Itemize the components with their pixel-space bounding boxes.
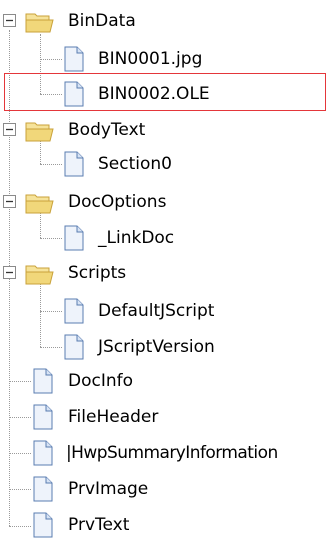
document-icon xyxy=(33,476,53,502)
document-icon xyxy=(33,440,53,466)
tree-item-label: DocOptions xyxy=(68,192,167,212)
tree-item-hwpsummaryinformation[interactable]: |HwpSummaryInformation xyxy=(0,439,328,467)
file-tree: BinData BIN0001.jpg BIN0002.OLE BodyText xyxy=(0,0,328,541)
tree-item-bin0001[interactable]: BIN0001.jpg xyxy=(0,45,260,73)
tree-item-bindata[interactable]: BinData xyxy=(0,7,200,35)
document-icon xyxy=(64,81,84,107)
tree-item-section0[interactable]: Section0 xyxy=(0,150,260,178)
tree-item-prvtext[interactable]: PrvText xyxy=(0,511,200,539)
document-icon xyxy=(64,225,84,251)
minus-expander-icon[interactable] xyxy=(3,195,16,208)
document-icon xyxy=(33,512,53,538)
tree-item-label: PrvText xyxy=(68,515,130,535)
tree-item-scripts[interactable]: Scripts xyxy=(0,259,200,287)
tree-item-docoptions[interactable]: DocOptions xyxy=(0,188,200,216)
tree-item-label: Scripts xyxy=(68,263,127,283)
tree-item-jscriptversion[interactable]: JScriptVersion xyxy=(0,333,280,361)
open-folder-icon xyxy=(25,194,54,214)
open-folder-icon xyxy=(25,13,54,33)
tree-item-label: DefaultJScript xyxy=(98,301,215,321)
tree-item-fileheader[interactable]: FileHeader xyxy=(0,403,200,431)
tree-item-linkdoc[interactable]: _LinkDoc xyxy=(0,224,260,252)
document-icon xyxy=(64,334,84,360)
minus-expander-icon[interactable] xyxy=(3,14,16,27)
document-icon xyxy=(33,404,53,430)
open-folder-icon xyxy=(25,122,54,142)
tree-item-docinfo[interactable]: DocInfo xyxy=(0,367,200,395)
tree-item-label: _LinkDoc xyxy=(98,228,175,248)
tree-item-label: BIN0001.jpg xyxy=(98,49,203,69)
tree-item-label: FileHeader xyxy=(68,407,159,427)
tree-item-defaultjscript[interactable]: DefaultJScript xyxy=(0,297,280,325)
tree-item-label: |HwpSummaryInformation xyxy=(66,443,278,463)
tree-item-label: DocInfo xyxy=(68,371,134,391)
tree-item-bin0002[interactable]: BIN0002.OLE xyxy=(0,80,260,108)
tree-item-prvimage[interactable]: PrvImage xyxy=(0,475,200,503)
tree-item-label: Section0 xyxy=(98,154,172,174)
tree-item-label: BIN0002.OLE xyxy=(98,84,210,104)
tree-item-label: BodyText xyxy=(68,120,146,140)
document-icon xyxy=(64,298,84,324)
document-icon xyxy=(64,46,84,72)
tree-item-label: BinData xyxy=(68,11,136,31)
minus-expander-icon[interactable] xyxy=(3,123,16,136)
document-icon xyxy=(33,368,53,394)
document-icon xyxy=(64,151,84,177)
tree-item-label: JScriptVersion xyxy=(98,337,215,357)
minus-expander-icon[interactable] xyxy=(3,266,16,279)
open-folder-icon xyxy=(25,265,54,285)
tree-item-label: PrvImage xyxy=(68,479,149,499)
tree-item-bodytext[interactable]: BodyText xyxy=(0,116,200,144)
